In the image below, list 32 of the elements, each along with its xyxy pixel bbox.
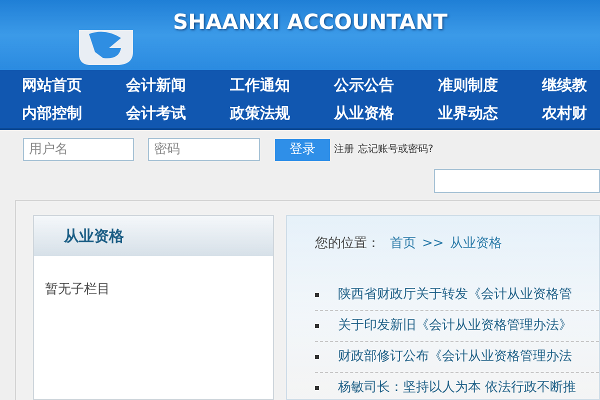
site-subtitle: SHAANXI ACCOUNTANT bbox=[173, 8, 448, 36]
breadcrumb-separator: >> bbox=[422, 235, 444, 253]
article-link[interactable]: 财政部修订公布《会计从业资格管理办法 bbox=[338, 346, 572, 366]
nav-link[interactable]: 准则制度 bbox=[438, 74, 502, 96]
article-link[interactable]: 陕西省财政厅关于转发《会计从业资格管 bbox=[338, 284, 572, 304]
nav-link[interactable]: 政策法规 bbox=[230, 102, 294, 124]
nav-link[interactable]: 继续教 bbox=[542, 74, 600, 96]
nav-link[interactable]: 会计考试 bbox=[126, 102, 190, 124]
nav-link[interactable]: 公示公告 bbox=[334, 74, 398, 96]
bullet-icon bbox=[315, 292, 319, 296]
password-field[interactable]: 密码 bbox=[148, 138, 260, 161]
article-link[interactable]: 杨敏司长：坚持以人为本 依法行政不断推 bbox=[338, 378, 576, 398]
nav-link[interactable]: 农村财 bbox=[542, 102, 600, 124]
breadcrumb-current: 从业资格 bbox=[450, 235, 502, 253]
forgot-password-link[interactable]: 忘记账号或密码? bbox=[358, 142, 434, 157]
username-field[interactable]: 用户名 bbox=[23, 138, 134, 161]
nav-link[interactable]: 网站首页 bbox=[22, 74, 86, 96]
bullet-icon bbox=[315, 324, 319, 328]
nav-link[interactable]: 从业资格 bbox=[334, 102, 398, 124]
nav-link[interactable]: 工作通知 bbox=[230, 74, 294, 96]
nav-link[interactable]: 业界动态 bbox=[438, 102, 502, 124]
sidebar-title: 从业资格 bbox=[64, 226, 124, 247]
breadcrumb-link[interactable]: 首页 bbox=[390, 234, 416, 254]
empty-message: 暂无子栏目 bbox=[44, 281, 111, 299]
nav-link[interactable]: 内部控制 bbox=[22, 102, 86, 124]
register-link[interactable]: 注册 bbox=[334, 142, 354, 157]
breadcrumb-label: 您的位置： bbox=[315, 235, 380, 253]
bullet-icon bbox=[315, 386, 319, 390]
search-field[interactable] bbox=[434, 169, 600, 193]
article-link[interactable]: 关于印发新旧《会计从业资格管理办法》 bbox=[338, 316, 572, 336]
bullet-icon bbox=[315, 354, 319, 358]
nav-link[interactable]: 会计新闻 bbox=[126, 74, 190, 96]
